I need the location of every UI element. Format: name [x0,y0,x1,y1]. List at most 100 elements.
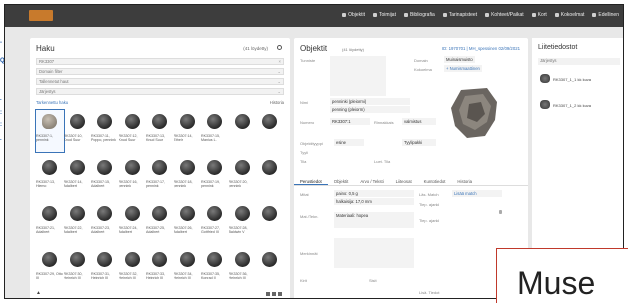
result-card[interactable] [256,202,284,244]
result-card[interactable]: RK3307:29, Otto III [36,248,64,290]
weight-value[interactable]: paino: 0,5 g [334,190,414,197]
object-id-line[interactable]: ID: 1970701 | MH_spessinen 02/09/2021 [442,46,520,51]
result-card[interactable]: RK3307:22, Adalbert [64,202,92,244]
table-view-icon[interactable] [278,292,282,296]
app-logo[interactable] [29,10,53,21]
coin-thumbnail [152,114,167,129]
result-card[interactable]: RK3307:19, pennink [201,156,229,198]
attachment-item[interactable]: RK3307_1_1 kk kuva [540,74,623,84]
style-value[interactable]: Tyylipakki [402,139,436,146]
result-card[interactable]: RK3307:16, pennink [119,156,147,198]
result-card[interactable]: RK3307:28, Baldwin V [229,202,257,244]
advanced-search-link[interactable]: Tarkennettu haku [36,100,68,105]
result-card[interactable]: RK3307:24, Adalbert [119,202,147,244]
result-card[interactable]: RK3307:10, Knud Suur [64,110,92,152]
clear-icon[interactable]: × [279,59,281,65]
settings-icon[interactable] [277,45,282,50]
object-tab[interactable]: Liiteosat [390,176,418,185]
result-card[interactable]: RK3307:15, Manius L. [201,110,229,152]
material-value[interactable]: Materiaali: hopea [334,212,414,228]
result-card[interactable]: RK3307:30, Heinrich III [64,248,92,290]
result-card[interactable]: RK3307:21, Adalbert [36,202,64,244]
nav-item[interactable]: Toimijat [373,12,396,18]
identifier-field[interactable] [330,56,386,96]
grid-view-icon[interactable] [266,292,270,296]
result-card[interactable]: RK3307:25, Adalbert [146,202,174,244]
scroll-up-icon[interactable]: ▲ [36,290,41,296]
result-card[interactable]: RK3307:13, Hiemo [36,156,64,198]
object-tab[interactable]: Arvo / Teksti [354,176,389,185]
result-card[interactable]: RK3307:23, Adalbert [91,202,119,244]
view-toggle[interactable] [266,292,282,296]
collection-value[interactable]: + Numismaattinen [444,65,482,72]
result-card[interactable]: RK3307:13, Knud Suur [146,110,174,152]
object-photo[interactable] [447,84,501,140]
result-card[interactable]: RK3307:17, pennink [146,156,174,198]
result-caption: RK3307:10, Knud Suur [63,134,83,143]
nav-item[interactable]: Kort [531,12,547,18]
attachments-sort-select[interactable]: Järjestys [538,58,620,65]
add-match-button[interactable]: Lisää match [452,190,502,197]
result-card[interactable] [256,248,284,290]
nav-item[interactable]: Objektit [342,12,365,18]
result-card[interactable]: RK3307:20, pennink [229,156,257,198]
catalog-state-label: Luet. Tila [374,159,391,164]
result-card[interactable]: RK3307:26, Adalbert [174,202,202,244]
result-card[interactable]: RK3307:27, Gottfried III [201,202,229,244]
markings-label: Merkinnät [300,251,318,256]
result-card[interactable]: RK3307:36, Heinrich III [229,248,257,290]
coin-thumbnail [69,114,85,129]
nav-item[interactable]: Bibliografia [403,12,435,18]
sort-order-select[interactable]: Järjestys ⌄ [36,88,284,95]
coin-thumbnail [262,206,277,221]
object-tab[interactable]: Perustiedot [294,176,328,185]
number-value[interactable]: RK3307:1 [330,118,370,125]
card-icon [531,13,536,17]
result-card[interactable] [256,156,284,198]
domain-value[interactable]: Muinaismuisto [444,56,475,63]
nav-item[interactable]: Tarinapisteet [442,12,477,18]
list-view-icon[interactable] [272,292,276,296]
content-label: Sisit [369,278,377,283]
circle-icon [592,13,597,17]
result-caption: RK3307:23, Adalbert [91,226,110,235]
result-card[interactable]: RK3307:15, Adalbert [91,156,119,198]
name-value-2[interactable]: penning (pleiorm) [330,106,410,113]
attachment-thumbnail [540,74,550,83]
result-card[interactable] [256,110,284,152]
result-card[interactable]: RK3307:34, Heinrich III [174,248,202,290]
result-card[interactable]: RK3307:35, Konrad II [201,248,229,290]
nav-item[interactable]: Kokoelmat [554,12,584,18]
object-tab[interactable]: Historia [451,176,478,185]
saved-searches-select[interactable]: Tallennetut haut ⌄ [36,78,284,85]
result-card[interactable]: RK3307:14, Ethelr [174,110,202,152]
saved-searches-placeholder: Tallennetut haut [39,79,69,84]
result-card[interactable]: RK3307:18, pennink [174,156,202,198]
attachment-item[interactable]: RK3307_1_2 kk kuva [540,100,623,110]
result-card[interactable]: RK3307:14, Adalbert [64,156,92,198]
diameter-value[interactable]: halkaisija: 17,0 mm [334,198,414,205]
object-tab[interactable]: Objektit [328,176,355,185]
history-link[interactable]: Historia [270,100,284,105]
nav-item-label: Kohteet/Paikat [491,12,524,18]
object-type-value[interactable]: esine [334,139,364,146]
result-card[interactable]: RK3307:12, Knud Suur [119,110,147,152]
object-tab[interactable]: Kuntotiedot [418,176,452,185]
result-card[interactable] [229,110,257,152]
results-grid: RK3307:1, pennink RK3307:10, Knud Suur RK3… [35,109,286,290]
sort-order-placeholder: Järjestys [39,89,56,94]
result-card[interactable]: RK3307:32, Heinrich III [119,248,147,290]
result-card[interactable]: RK3307:1, pennink [35,109,65,153]
name-value-1[interactable]: penninki (pleiormi) [330,98,410,105]
markings-field[interactable] [334,238,414,268]
result-card[interactable]: RK3307:33, Heinrich III [146,248,174,290]
nav-item[interactable]: Kohteet/Paikat [485,12,524,18]
result-caption: RK3307:25, Adalbert [146,226,165,235]
result-card[interactable]: RK3307:31, Heinrich III [91,248,119,290]
coin-thumbnail [179,160,195,175]
manufacture-value[interactable]: valmistus [402,118,436,125]
domain-filter-select[interactable]: Domain filter ⌄ [36,68,284,75]
nav-item[interactable]: Edellinen [592,12,619,18]
search-input[interactable]: RK3307 × [36,58,284,65]
result-card[interactable]: RK3307:11, Poppo, pennink [91,110,119,152]
